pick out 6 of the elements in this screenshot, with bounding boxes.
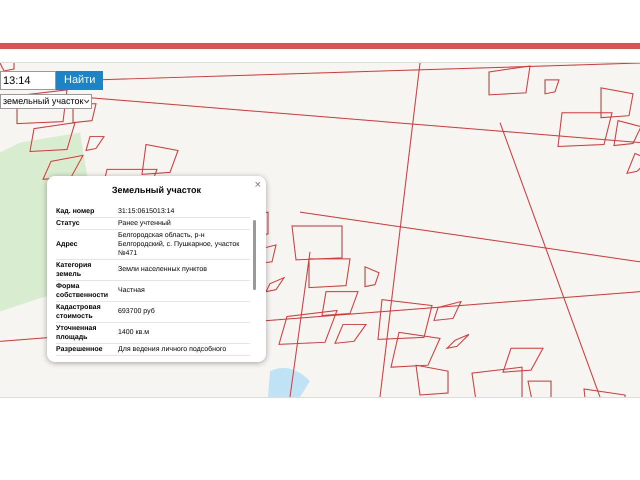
popup-title: Земельный участок — [112, 184, 202, 197]
search-field[interactable]: 13:14 — [0, 71, 56, 90]
chevron-down-icon — [84, 99, 89, 104]
close-button[interactable]: × — [254, 180, 261, 191]
type-select[interactable]: земельный участок — [0, 94, 92, 109]
search-button[interactable]: Найти — [56, 71, 104, 90]
